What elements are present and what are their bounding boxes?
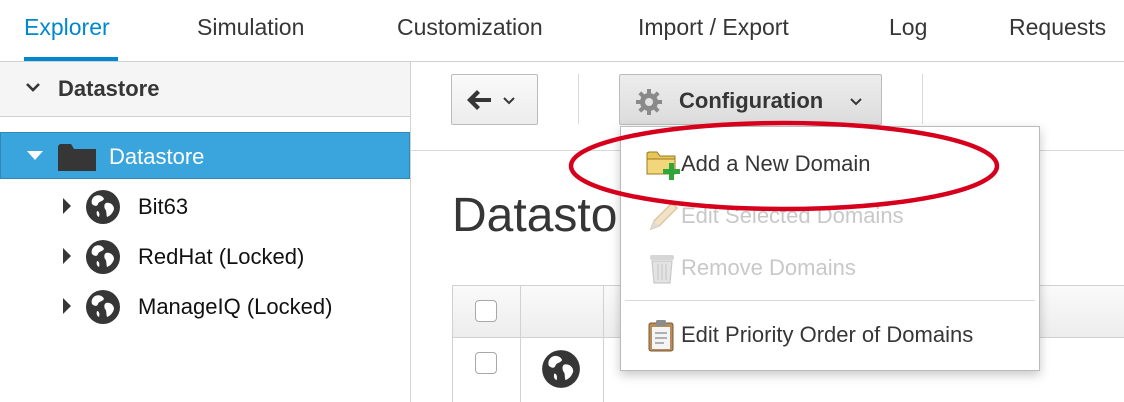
globe-icon — [86, 290, 120, 324]
tree-view: Datastore Bit63 RedHat (Locked) ManageIQ… — [0, 117, 410, 402]
toolbar-divider — [578, 74, 579, 124]
menu-item-label: Remove Domains — [681, 255, 856, 280]
chevron-down-icon — [503, 97, 515, 105]
accordion-title: Datastore — [58, 76, 160, 101]
menu-item-edit-domains[interactable]: Edit Selected Domains — [621, 191, 1039, 241]
tab-import-export[interactable]: Import / Export — [638, 14, 789, 41]
globe-icon — [86, 240, 120, 274]
caret-down-icon[interactable] — [27, 151, 43, 160]
column-divider — [520, 286, 521, 402]
menu-item-label: Add a New Domain — [681, 151, 871, 176]
active-tab-indicator — [24, 57, 118, 61]
configuration-dropdown-menu: Add a New Domain Edit Selected Domains R… — [620, 126, 1040, 371]
caret-right-icon[interactable] — [63, 298, 71, 314]
configuration-label: Configuration — [679, 88, 824, 113]
select-all-checkbox[interactable] — [475, 300, 497, 322]
tree-node-label: RedHat (Locked) — [138, 244, 305, 269]
trash-icon — [650, 255, 674, 284]
tree-node-manageiq[interactable]: ManageIQ (Locked) — [0, 286, 410, 332]
chevron-down-icon — [850, 98, 862, 106]
column-divider — [603, 286, 604, 402]
folder-icon — [58, 144, 96, 171]
page-title: Datasto — [452, 189, 618, 242]
arrow-left-icon — [467, 90, 491, 110]
menu-item-edit-priority-order[interactable]: Edit Priority Order of Domains — [621, 310, 1039, 360]
tree-node-datastore-root[interactable]: Datastore — [0, 132, 410, 179]
sidebar: Datastore Datastore Bit63 RedHat (Locked… — [0, 62, 411, 402]
globe-icon — [542, 350, 580, 388]
globe-icon — [86, 190, 120, 224]
tree-node-redhat[interactable]: RedHat (Locked) — [0, 236, 410, 282]
accordion-header-datastore[interactable]: Datastore — [0, 62, 410, 117]
menu-item-add-domain[interactable]: Add a New Domain — [621, 139, 1039, 189]
tree-node-label: ManageIQ (Locked) — [138, 294, 333, 319]
menu-item-label: Edit Priority Order of Domains — [681, 322, 974, 347]
tab-explorer[interactable]: Explorer — [24, 14, 110, 41]
folder-add-icon — [646, 151, 680, 180]
tree-node-label: Datastore — [109, 144, 205, 169]
tab-simulation[interactable]: Simulation — [197, 14, 304, 41]
menu-divider — [625, 300, 1035, 301]
caret-right-icon[interactable] — [63, 198, 71, 214]
tab-customization[interactable]: Customization — [397, 14, 543, 41]
clipboard-icon — [648, 320, 674, 352]
toolbar-divider — [922, 74, 923, 124]
history-back-button[interactable] — [451, 74, 538, 125]
top-tab-bar: Explorer Simulation Customization Import… — [0, 0, 1124, 62]
tree-node-label: Bit63 — [138, 194, 189, 219]
chevron-down-icon — [26, 83, 40, 92]
caret-right-icon[interactable] — [63, 248, 71, 264]
tree-node-bit63[interactable]: Bit63 — [0, 186, 410, 232]
tab-log[interactable]: Log — [889, 14, 927, 41]
gear-icon — [636, 89, 662, 115]
row-checkbox[interactable] — [475, 352, 497, 374]
tab-requests[interactable]: Requests — [1009, 14, 1106, 41]
menu-item-label: Edit Selected Domains — [681, 203, 904, 228]
pencil-icon — [649, 201, 679, 231]
menu-item-remove-domains[interactable]: Remove Domains — [621, 243, 1039, 293]
configuration-button[interactable]: Configuration — [619, 74, 882, 125]
